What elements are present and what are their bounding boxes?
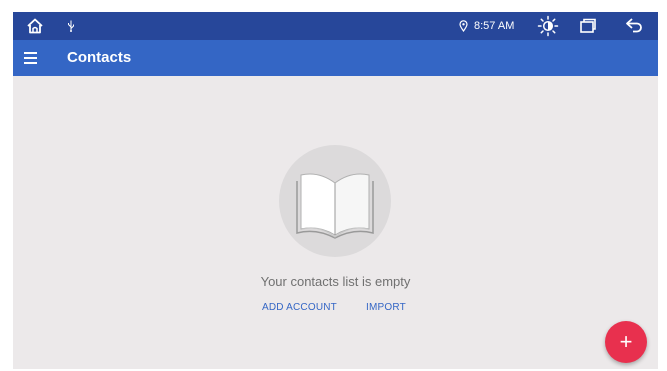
book-icon (296, 173, 374, 239)
add-contact-button[interactable]: + (605, 321, 647, 363)
usb-icon (65, 12, 77, 40)
status-bar: 8:57 AM (13, 12, 658, 40)
add-icon: + (619, 329, 633, 354)
home-icon[interactable] (25, 12, 45, 40)
empty-state-message: Your contacts list is empty (260, 274, 411, 289)
empty-state-illustration (279, 145, 391, 257)
back-icon[interactable] (624, 12, 646, 40)
menu-icon[interactable] (24, 50, 40, 66)
import-button[interactable]: IMPORT (366, 302, 406, 313)
add-account-button[interactable]: ADD ACCOUNT (262, 302, 337, 313)
status-time: 8:57 AM (474, 20, 515, 32)
location-icon (457, 12, 469, 40)
screen: 8:57 AM Contacts Your contacts list is e… (13, 12, 658, 369)
page-title: Contacts (67, 49, 132, 66)
app-bar: Contacts (13, 40, 658, 76)
brightness-icon[interactable] (535, 12, 561, 40)
recent-apps-icon[interactable] (578, 12, 598, 40)
